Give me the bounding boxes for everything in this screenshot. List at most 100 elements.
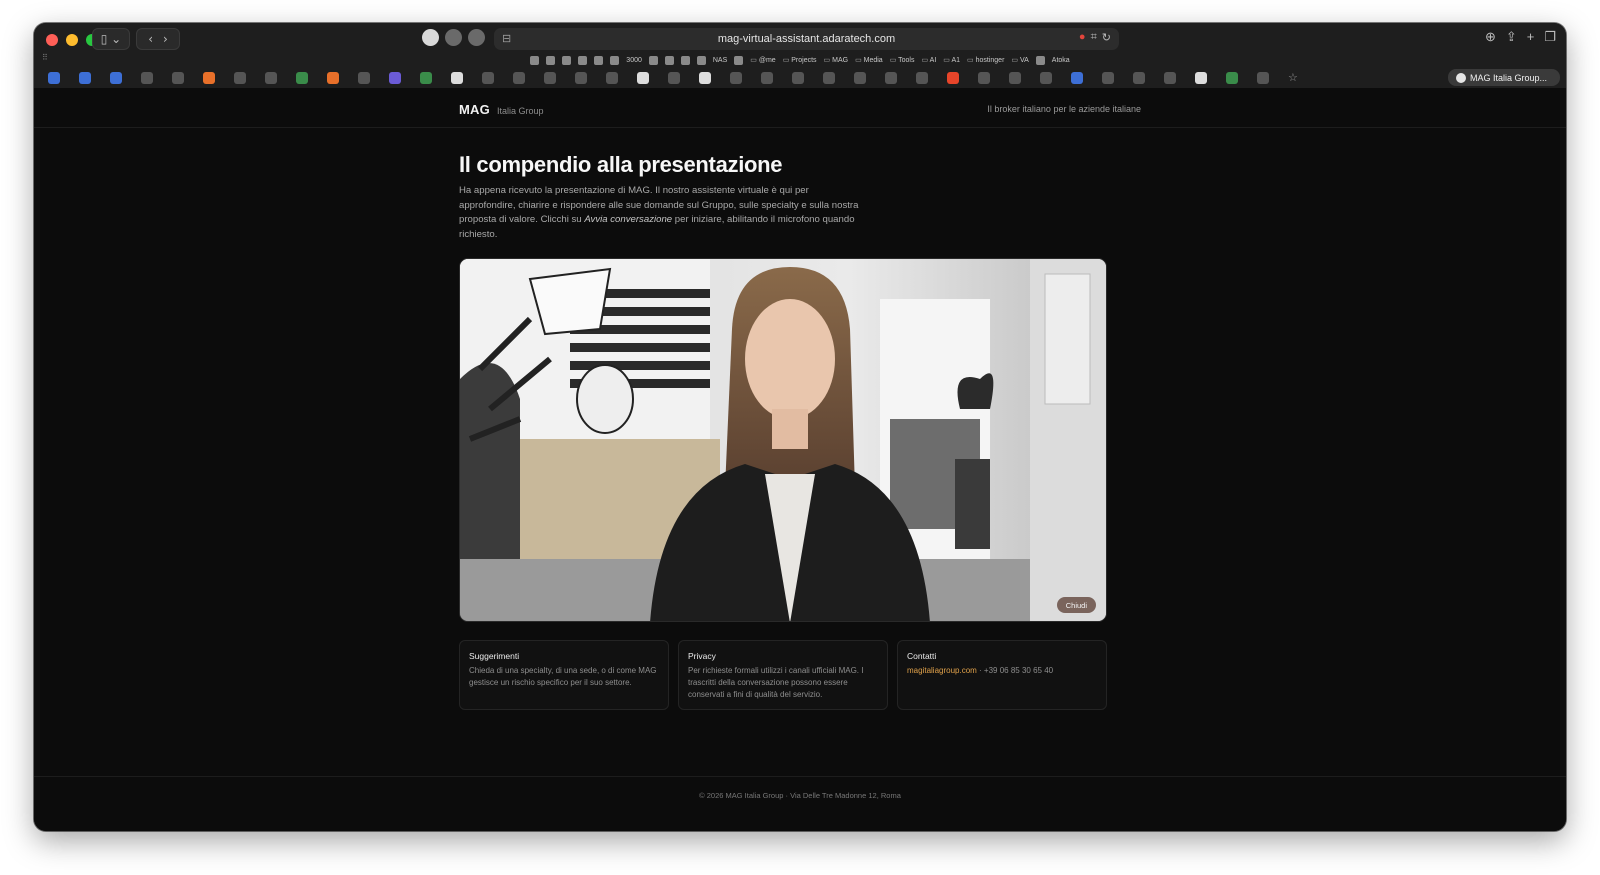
pinned-tab[interactable] [48, 72, 60, 84]
microphone-icon[interactable]: ● [1079, 31, 1086, 44]
pinned-tab[interactable] [1102, 72, 1114, 84]
pinned-tab[interactable] [482, 72, 494, 84]
sidebar-toggle-button[interactable]: ▯ ⌄ [92, 28, 130, 50]
pinned-tab[interactable] [916, 72, 928, 84]
pinned-tab[interactable] [110, 72, 122, 84]
pinned-tab[interactable] [234, 72, 246, 84]
profile-icon[interactable] [422, 29, 439, 46]
tab-overview-icon[interactable] [468, 29, 485, 46]
bookmark-3000[interactable]: 3000 [626, 57, 642, 64]
close-video-button[interactable]: Chiudi [1056, 597, 1096, 613]
card-contacts: Contatti magitaliagroup.com · +39 06 85 … [897, 640, 1107, 710]
pinned-tab[interactable] [389, 72, 401, 84]
pinned-tab[interactable] [358, 72, 370, 84]
pinned-tab[interactable] [1164, 72, 1176, 84]
close-window-button[interactable] [46, 34, 58, 46]
pinned-tab[interactable] [544, 72, 556, 84]
bookmark-favicon[interactable] [648, 55, 658, 65]
website-link[interactable]: magitaliagroup.com [907, 666, 977, 675]
pinned-tab[interactable] [823, 72, 835, 84]
pinned-tab[interactable] [296, 72, 308, 84]
bookmark-favicon[interactable] [546, 55, 556, 65]
tab-overview-grid-icon[interactable]: ❐ [1544, 29, 1556, 45]
tab-group-icons [422, 29, 485, 46]
bookmark-folder-projects[interactable]: Projects [783, 56, 816, 64]
pinned-tab[interactable] [575, 72, 587, 84]
pinned-tab[interactable] [513, 72, 525, 84]
pinned-tab[interactable] [730, 72, 742, 84]
bookmark-folder-me[interactable]: @me [750, 56, 776, 64]
pinned-tab[interactable] [947, 72, 959, 84]
bookmark-favicon[interactable] [594, 55, 604, 65]
toolbar-right: ⊕ ⇪ + ❐ [1485, 29, 1556, 45]
bookmark-favicon[interactable] [664, 55, 674, 65]
pinned-tab[interactable] [699, 72, 711, 84]
card-title: Suggerimenti [469, 651, 520, 661]
brand[interactable]: MAG Italia Group [459, 102, 543, 117]
pinned-tab[interactable] [79, 72, 91, 84]
pinned-tab[interactable] [141, 72, 153, 84]
page-title: Il compendio alla presentazione [459, 152, 783, 177]
forward-icon[interactable]: › [163, 32, 168, 46]
bookmark-favicon[interactable] [610, 55, 620, 65]
bookmark-favicon[interactable] [562, 55, 572, 65]
minimize-window-button[interactable] [66, 34, 78, 46]
tab-group-icon[interactable] [445, 29, 462, 46]
pinned-tab[interactable] [637, 72, 649, 84]
pinned-tab[interactable] [451, 72, 463, 84]
bookmark-favicon[interactable] [734, 55, 744, 65]
pinned-tab[interactable] [420, 72, 432, 84]
pinned-tab[interactable] [327, 72, 339, 84]
intro-emphasis: Avvia conversazione [584, 214, 673, 225]
downloads-icon[interactable]: ⊕ [1485, 29, 1496, 45]
reload-icon[interactable]: ↻ [1102, 31, 1111, 44]
page-settings-icon[interactable]: ⊟ [502, 32, 511, 45]
bookmark-folder-tools[interactable]: Tools [890, 56, 914, 64]
navigation-buttons: ‹ › [136, 28, 180, 50]
bookmark-favicon[interactable] [1035, 55, 1045, 65]
card-privacy: Privacy Per richieste formali utilizzi i… [678, 640, 888, 710]
pinned-tab[interactable] [1040, 72, 1052, 84]
site-footer: © 2026 MAG Italia Group · Via Delle Tre … [34, 776, 1566, 831]
pinned-tab[interactable] [265, 72, 277, 84]
pinned-tab[interactable] [1133, 72, 1145, 84]
assistant-video[interactable]: Chiudi [459, 258, 1107, 622]
pinned-tab[interactable] [1257, 72, 1269, 84]
bookmark-folder-a1[interactable]: A1 [943, 56, 960, 64]
brand-logo: MAG [459, 102, 490, 117]
bookmark-folder-hostinger[interactable]: hostinger [967, 56, 1005, 64]
pinned-tab[interactable] [1195, 72, 1207, 84]
card-body: Per richieste formali utilizzi i canali … [688, 666, 864, 699]
back-icon[interactable]: ‹ [148, 32, 153, 46]
bookmark-favicon[interactable] [696, 55, 706, 65]
pinned-tab[interactable] [978, 72, 990, 84]
pinned-tab[interactable] [172, 72, 184, 84]
browser-chrome: ▯ ⌄ ‹ › ⊟ mag-virtual-assistant.adaratec… [34, 23, 1566, 88]
pinned-tab[interactable] [606, 72, 618, 84]
bookmark-favicon[interactable] [578, 55, 588, 65]
star-icon[interactable]: ☆ [1288, 72, 1300, 84]
bookmark-folder-ai[interactable]: AI [921, 56, 937, 64]
active-tab[interactable]: MAG Italia Group... [1448, 69, 1560, 86]
bookmark-folder-va[interactable]: VA [1011, 56, 1029, 64]
bookmark-favicon[interactable] [680, 55, 690, 65]
pinned-tab[interactable] [203, 72, 215, 84]
pinned-tab[interactable] [1071, 72, 1083, 84]
address-bar[interactable]: ⊟ mag-virtual-assistant.adaratech.com ● … [494, 28, 1119, 50]
bookmark-folder-media[interactable]: Media [855, 56, 883, 64]
pinned-tab[interactable] [854, 72, 866, 84]
bookmark-favicon[interactable] [530, 55, 540, 65]
pinned-tab[interactable] [668, 72, 680, 84]
pinned-tab[interactable] [761, 72, 773, 84]
bookmark-folder-mag[interactable]: MAG [824, 56, 848, 64]
pinned-tab[interactable] [792, 72, 804, 84]
pinned-tab[interactable] [1226, 72, 1238, 84]
pinned-tab[interactable] [885, 72, 897, 84]
share-icon[interactable]: ⇪ [1506, 29, 1517, 45]
bookmark-atoka[interactable]: Atoka [1052, 57, 1070, 64]
avatar-video-frame [460, 259, 1106, 621]
new-tab-icon[interactable]: + [1527, 29, 1535, 45]
pinned-tab[interactable] [1009, 72, 1021, 84]
bookmark-nas[interactable]: NAS [713, 57, 727, 64]
translate-icon[interactable]: ⌗ [1091, 31, 1097, 44]
